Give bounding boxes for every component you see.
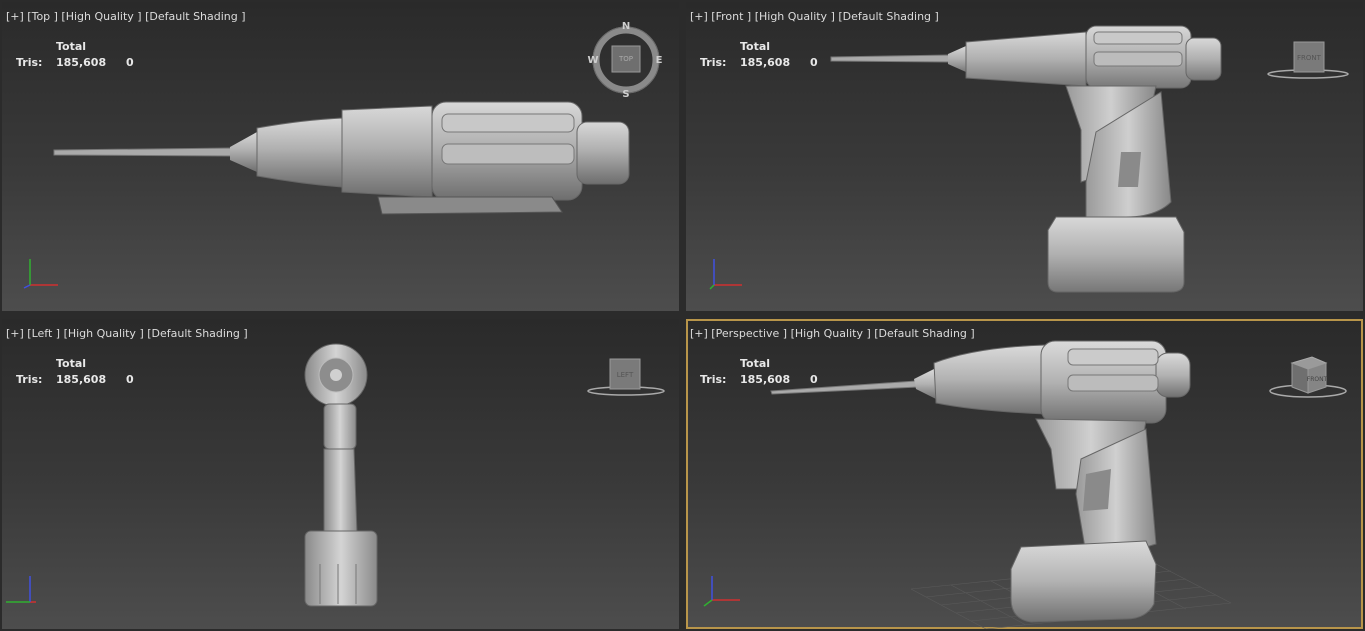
axis-tripod-icon xyxy=(703,576,740,607)
axis-tripod-icon xyxy=(6,576,36,603)
viewport-top[interactable]: [+] [Top ] [High Quality ] [Default Shad… xyxy=(2,2,679,311)
drill-model-perspective[interactable] xyxy=(686,319,1363,629)
viewport-left[interactable]: [+] [Left ] [High Quality ] [Default Sha… xyxy=(2,319,679,629)
axis-tripod-icon xyxy=(23,259,58,289)
drill-model-front[interactable] xyxy=(686,2,1363,311)
drill-model-left[interactable] xyxy=(2,319,679,629)
viewport-front[interactable]: [+] [Front ] [High Quality ] [Default Sh… xyxy=(686,2,1363,311)
axis-tripod-icon xyxy=(709,259,742,290)
viewport-perspective[interactable]: [+] [Perspective ] [High Quality ] [Defa… xyxy=(686,319,1363,629)
drill-model-top[interactable] xyxy=(2,2,679,311)
